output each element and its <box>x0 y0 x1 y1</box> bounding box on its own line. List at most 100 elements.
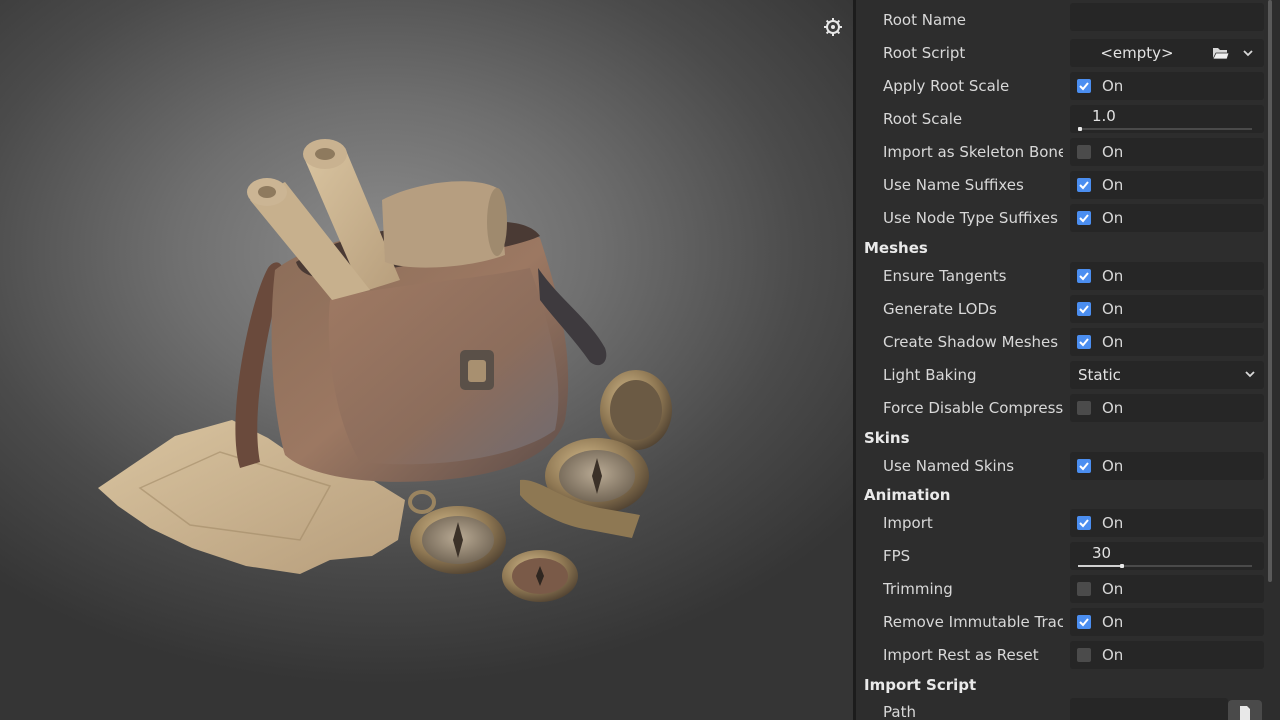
create-shadow-meshes-toggle[interactable]: On <box>1070 328 1264 356</box>
force-disable-compression-checkbox[interactable] <box>1077 401 1091 415</box>
import-checkbox[interactable] <box>1077 516 1091 530</box>
root-scale-label: Root Scale <box>883 110 963 128</box>
use-named-skins-label: Use Named Skins <box>883 457 1015 475</box>
import-state: On <box>1102 514 1124 532</box>
use-name-suffixes-label: Use Name Suffixes <box>883 176 1024 194</box>
fps-value: 30 <box>1092 544 1112 562</box>
ensure-tangents-state: On <box>1102 267 1124 285</box>
row-import-rest-as-reset: Import Rest as Reset On <box>856 638 1264 671</box>
row-import-skeleton-bone: Import as Skeleton Bone On <box>856 135 1264 168</box>
root-name-input[interactable] <box>1070 3 1264 31</box>
section-meshes[interactable]: Meshes <box>864 239 928 257</box>
remove-immutable-tracks-checkbox[interactable] <box>1077 615 1091 629</box>
path-input[interactable] <box>1070 698 1228 720</box>
use-node-type-suffixes-checkbox[interactable] <box>1077 211 1091 225</box>
generate-lods-toggle[interactable]: On <box>1070 295 1264 323</box>
row-path: Path <box>856 695 1264 720</box>
scene-model-preview <box>98 139 672 602</box>
root-scale-knob[interactable] <box>1078 127 1082 131</box>
remove-immutable-tracks-label: Remove Immutable Trac <box>883 613 1063 631</box>
import-rest-as-reset-checkbox[interactable] <box>1077 648 1091 662</box>
row-fps: FPS 30 <box>856 539 1264 572</box>
light-baking-label: Light Baking <box>883 366 977 384</box>
import-toggle[interactable]: On <box>1070 509 1264 537</box>
use-name-suffixes-checkbox[interactable] <box>1077 178 1091 192</box>
row-root-name: Root Name <box>856 3 1264 36</box>
section-skins[interactable]: Skins <box>864 429 910 447</box>
gear-icon[interactable] <box>823 17 843 37</box>
import-settings-panel: Root Name Root Script <empty> Apply Root… <box>856 0 1280 720</box>
row-trimming: Trimming On <box>856 572 1264 605</box>
import-rest-as-reset-toggle[interactable]: On <box>1070 641 1264 669</box>
remove-immutable-tracks-state: On <box>1102 613 1124 631</box>
use-named-skins-checkbox[interactable] <box>1077 459 1091 473</box>
section-animation[interactable]: Animation <box>864 486 950 504</box>
row-root-script: Root Script <empty> <box>856 36 1264 69</box>
generate-lods-checkbox[interactable] <box>1077 302 1091 316</box>
row-ensure-tangents: Ensure Tangents On <box>856 259 1264 292</box>
apply-root-scale-state: On <box>1102 77 1124 95</box>
import-skeleton-bone-checkbox[interactable] <box>1077 145 1091 159</box>
use-name-suffixes-toggle[interactable]: On <box>1070 171 1264 199</box>
apply-root-scale-toggle[interactable]: On <box>1070 72 1264 100</box>
apply-root-scale-checkbox[interactable] <box>1077 79 1091 93</box>
import-skeleton-bone-toggle[interactable]: On <box>1070 138 1264 166</box>
import-skeleton-bone-state: On <box>1102 143 1124 161</box>
row-use-node-type-suffixes: Use Node Type Suffixes On <box>856 201 1264 234</box>
row-import: Import On <box>856 506 1264 539</box>
create-shadow-meshes-label: Create Shadow Meshes <box>883 333 1059 351</box>
force-disable-compression-state: On <box>1102 399 1124 417</box>
row-create-shadow-meshes: Create Shadow Meshes On <box>856 325 1264 358</box>
use-node-type-suffixes-label: Use Node Type Suffixes <box>883 209 1058 227</box>
apply-root-scale-label: Apply Root Scale <box>883 77 1010 95</box>
fps-label: FPS <box>883 547 911 565</box>
root-script-value: <empty> <box>1100 44 1174 62</box>
root-name-label: Root Name <box>883 11 967 29</box>
create-shadow-meshes-state: On <box>1102 333 1124 351</box>
fps-track[interactable] <box>1078 564 1252 568</box>
use-named-skins-toggle[interactable]: On <box>1070 452 1264 480</box>
force-disable-compression-toggle[interactable]: On <box>1070 394 1264 422</box>
generate-lods-state: On <box>1102 300 1124 318</box>
remove-immutable-tracks-toggle[interactable]: On <box>1070 608 1264 636</box>
light-baking-select[interactable]: Static <box>1070 361 1264 389</box>
trimming-checkbox[interactable] <box>1077 582 1091 596</box>
trimming-label: Trimming <box>883 580 953 598</box>
row-force-disable-compression: Force Disable Compressi On <box>856 391 1264 424</box>
row-generate-lods: Generate LODs On <box>856 292 1264 325</box>
root-scale-slider[interactable]: 1.0 <box>1070 105 1264 133</box>
ensure-tangents-toggle[interactable]: On <box>1070 262 1264 290</box>
use-node-type-suffixes-toggle[interactable]: On <box>1070 204 1264 232</box>
import-label: Import <box>883 514 933 532</box>
chevron-down-icon[interactable] <box>1242 48 1254 58</box>
row-use-named-skins: Use Named Skins On <box>856 449 1264 482</box>
light-baking-value: Static <box>1078 366 1121 384</box>
folder-open-icon[interactable] <box>1212 45 1230 61</box>
import-rest-as-reset-state: On <box>1102 646 1124 664</box>
row-remove-immutable-tracks: Remove Immutable Trac On <box>856 605 1264 638</box>
root-scale-value: 1.0 <box>1092 107 1116 125</box>
fps-fill <box>1078 565 1122 567</box>
browse-file-button[interactable] <box>1228 700 1262 720</box>
3d-viewport[interactable] <box>0 0 853 720</box>
root-scale-track[interactable] <box>1078 127 1252 131</box>
panel-scrollbar[interactable] <box>1268 0 1272 582</box>
use-named-skins-state: On <box>1102 457 1124 475</box>
generate-lods-label: Generate LODs <box>883 300 997 318</box>
file-icon <box>1240 706 1250 720</box>
chevron-down-icon <box>1245 371 1255 378</box>
row-light-baking: Light Baking Static <box>856 358 1264 391</box>
trimming-toggle[interactable]: On <box>1070 575 1264 603</box>
fps-slider[interactable]: 30 <box>1070 542 1264 570</box>
fps-knob[interactable] <box>1119 564 1124 568</box>
root-script-label: Root Script <box>883 44 966 62</box>
row-root-scale: Root Scale 1.0 <box>856 102 1264 135</box>
root-script-picker[interactable]: <empty> <box>1070 39 1264 67</box>
section-import-script[interactable]: Import Script <box>864 676 976 694</box>
create-shadow-meshes-checkbox[interactable] <box>1077 335 1091 349</box>
row-use-name-suffixes: Use Name Suffixes On <box>856 168 1264 201</box>
ensure-tangents-checkbox[interactable] <box>1077 269 1091 283</box>
row-apply-root-scale: Apply Root Scale On <box>856 69 1264 102</box>
import-skeleton-bone-label: Import as Skeleton Bone <box>883 143 1063 161</box>
trimming-state: On <box>1102 580 1124 598</box>
